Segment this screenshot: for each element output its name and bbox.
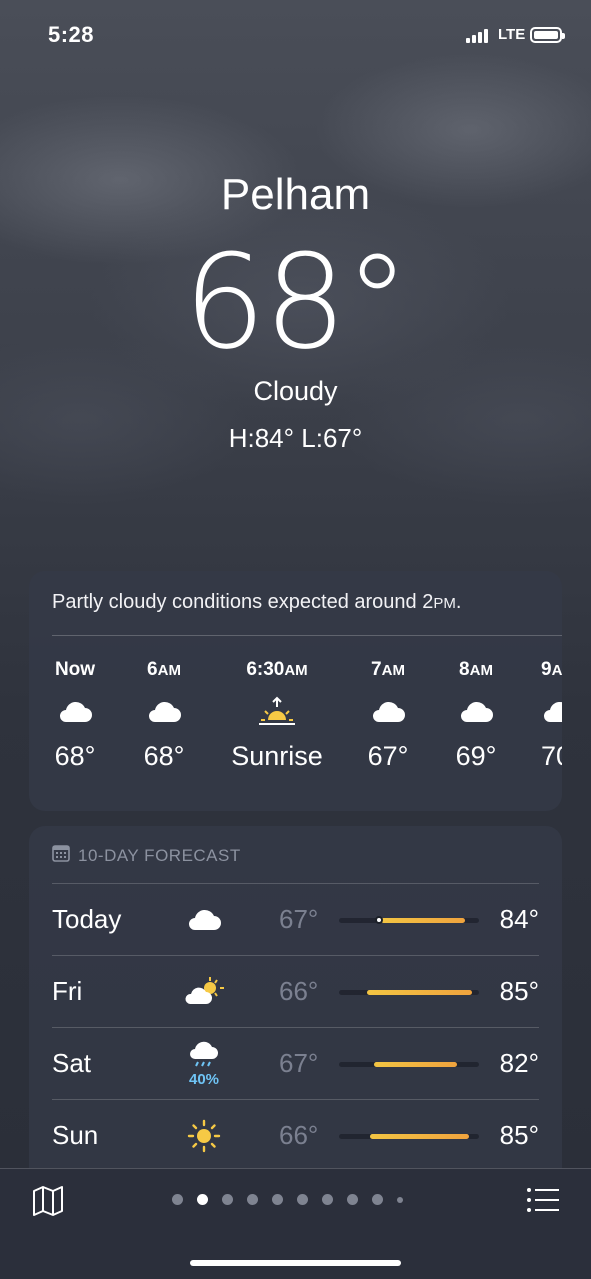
forecast-low: 67° xyxy=(279,1048,319,1078)
page-dot[interactable] xyxy=(222,1194,233,1205)
sun-icon xyxy=(179,1110,229,1162)
forecast-day: Fri xyxy=(52,976,83,1006)
bottom-toolbar xyxy=(0,1168,591,1279)
forecast-high: 85° xyxy=(499,976,539,1006)
sunrise-icon xyxy=(227,683,327,741)
forecast-low: 66° xyxy=(279,976,319,1006)
calendar-icon xyxy=(52,844,70,867)
forecast-high: 82° xyxy=(499,1048,539,1078)
forecast-row[interactable]: Sat 40% 67° 82° xyxy=(29,1028,562,1100)
city-name: Pelham xyxy=(220,170,371,219)
temperature-range-bar xyxy=(339,1134,479,1139)
temperature-range-bar xyxy=(339,916,479,924)
hour-item: 7AM 67° xyxy=(338,659,438,772)
divider xyxy=(52,635,562,636)
network-label: LTE xyxy=(498,26,526,43)
current-condition: Cloudy xyxy=(253,376,338,406)
precipitation-chance: 40% xyxy=(188,1070,220,1088)
hour-item: 9A 70 xyxy=(505,659,562,772)
list-icon[interactable] xyxy=(525,1185,561,1217)
forecast-low: 67° xyxy=(279,904,319,934)
page-dot[interactable] xyxy=(172,1194,183,1205)
hourly-forecast-card[interactable]: Partly cloudy conditions expected around… xyxy=(29,571,562,811)
cloud-icon xyxy=(114,683,214,741)
page-dot-active[interactable] xyxy=(197,1194,208,1205)
map-icon[interactable] xyxy=(30,1183,66,1219)
forecast-high: 84° xyxy=(499,904,539,934)
temperature-range-bar xyxy=(339,1062,479,1067)
forecast-row[interactable]: Today 67° 84° xyxy=(29,884,562,956)
page-dot[interactable] xyxy=(397,1196,403,1203)
current-temperature: 68° xyxy=(183,226,409,378)
partly-sunny-icon xyxy=(179,966,229,1018)
forecast-low: 66° xyxy=(279,1120,319,1150)
forecast-day: Sun xyxy=(52,1120,99,1150)
cloud-icon xyxy=(338,683,438,741)
forecast-row[interactable]: Fri 66° 85° xyxy=(29,956,562,1028)
status-time: 5:28 xyxy=(48,22,95,47)
page-dot[interactable] xyxy=(322,1194,333,1205)
signal-icon xyxy=(466,28,488,43)
temperature-range-bar xyxy=(339,990,479,995)
forecast-row[interactable]: Sun 66° 85° xyxy=(29,1100,562,1172)
forecast-high: 85° xyxy=(499,1120,539,1150)
forecast-day: Today xyxy=(52,904,122,934)
page-dot[interactable] xyxy=(297,1194,308,1205)
page-indicator[interactable] xyxy=(172,1194,403,1205)
high-low-temperature: H:84° L:67° xyxy=(228,423,363,453)
page-dot[interactable] xyxy=(272,1194,283,1205)
forecast-header: 10-DAY FORECAST xyxy=(52,844,241,867)
rain-cloud-icon: 40% xyxy=(179,1038,229,1090)
hour-item: 6:30AM Sunrise xyxy=(227,659,327,772)
home-indicator[interactable] xyxy=(190,1260,401,1266)
page-dot[interactable] xyxy=(372,1194,383,1205)
page-dot[interactable] xyxy=(247,1194,258,1205)
cloud-icon xyxy=(541,683,562,741)
hour-item: 6AM 68° xyxy=(114,659,214,772)
forecast-day: Sat xyxy=(52,1048,92,1078)
battery-icon xyxy=(530,27,565,43)
cloud-icon xyxy=(179,894,229,946)
status-bar: 5:28 LTE xyxy=(0,0,591,70)
ten-day-forecast-card[interactable]: 10-DAY FORECAST Today 67° 84° Fri 66° 85… xyxy=(29,826,562,1186)
hourly-summary: Partly cloudy conditions expected around… xyxy=(52,591,462,613)
cloud-icon xyxy=(29,683,125,741)
hour-item: Now 68° xyxy=(29,659,125,772)
page-dot[interactable] xyxy=(347,1194,358,1205)
